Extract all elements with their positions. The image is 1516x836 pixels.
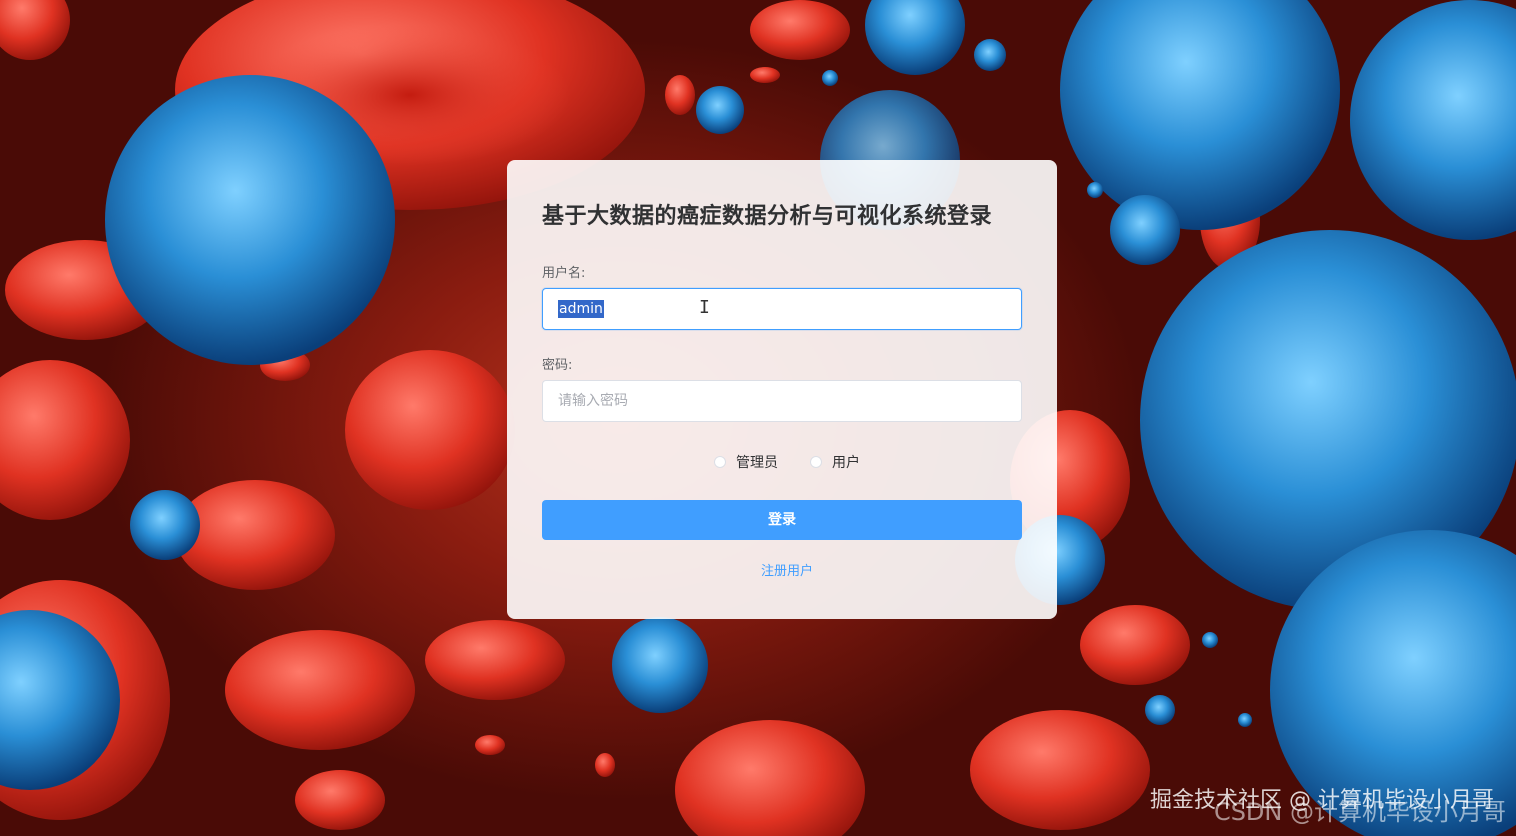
role-label-admin: 管理员	[736, 455, 778, 471]
role-radio-group: 管理员 用户	[507, 452, 1057, 472]
juejin-watermark: 掘金技术社区 @ 计算机毕设小月哥	[1150, 788, 1494, 813]
username-label: 用户名:	[542, 266, 586, 281]
password-input[interactable]: 请输入密码	[542, 380, 1022, 422]
username-value: admin	[558, 300, 604, 318]
login-title: 基于大数据的癌症数据分析与可视化系统登录	[542, 204, 993, 229]
text-cursor-icon: I	[699, 297, 710, 318]
role-label-user: 用户	[832, 455, 860, 471]
username-input[interactable]: admin I	[542, 288, 1022, 330]
login-button[interactable]: 登录	[542, 500, 1022, 540]
role-radio-admin[interactable]: 管理员	[704, 452, 778, 472]
radio-circle-icon	[810, 456, 822, 468]
password-label: 密码:	[542, 358, 573, 373]
register-link[interactable]: 注册用户	[507, 560, 1067, 579]
login-card: 基于大数据的癌症数据分析与可视化系统登录 用户名: admin I 密码: 请输…	[507, 160, 1057, 619]
password-placeholder: 请输入密码	[558, 393, 628, 409]
role-radio-user[interactable]: 用户	[800, 452, 860, 472]
radio-circle-icon	[714, 456, 726, 468]
